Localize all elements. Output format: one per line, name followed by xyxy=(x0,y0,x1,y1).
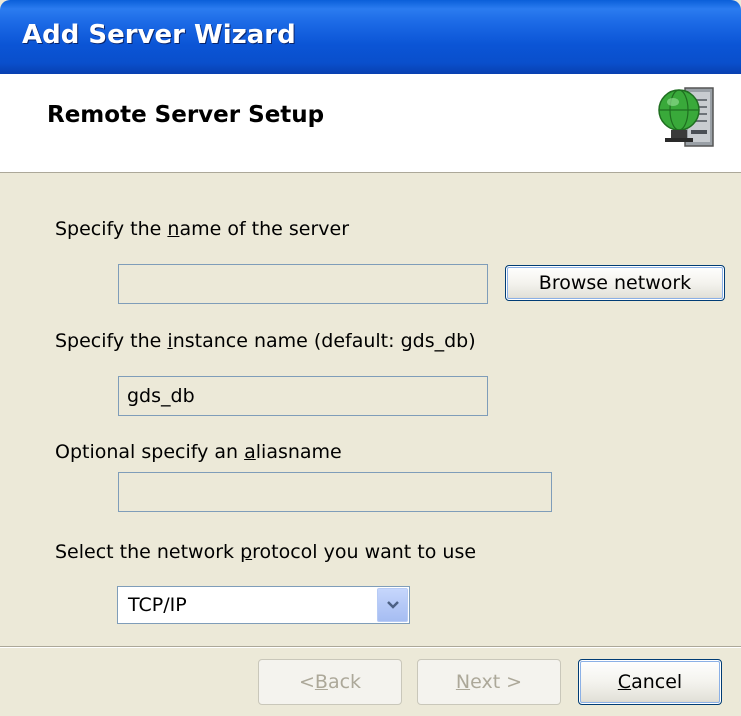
protocol-label: Select the network protocol you want to … xyxy=(55,541,477,563)
page-title: Remote Server Setup xyxy=(47,102,325,128)
protocol-selected-value: TCP/IP xyxy=(128,594,187,616)
instance-name-input[interactable]: gds_db xyxy=(118,376,488,416)
instance-name-label: Specify the instance name (default: gds_… xyxy=(55,330,476,352)
cancel-button[interactable]: Cancel xyxy=(578,659,722,705)
window-title: Add Server Wizard xyxy=(22,20,296,50)
title-bar[interactable]: Add Server Wizard xyxy=(0,0,741,74)
alias-name-input[interactable] xyxy=(118,472,552,512)
browse-network-button[interactable]: Browse network xyxy=(505,265,725,301)
wizard-header: Remote Server Setup xyxy=(0,74,741,173)
protocol-select[interactable]: TCP/IP xyxy=(117,586,410,624)
server-name-label: Specify the name of the server xyxy=(55,218,350,240)
back-button[interactable]: < Back xyxy=(258,659,402,705)
next-button[interactable]: Next > xyxy=(417,659,561,705)
add-server-wizard-window: Add Server Wizard Remote Server Setup Sp… xyxy=(0,0,741,716)
alias-name-label: Optional specify an aliasname xyxy=(55,441,342,463)
server-globe-icon xyxy=(658,87,714,147)
chevron-down-icon[interactable] xyxy=(377,588,408,622)
footer-divider xyxy=(0,646,741,648)
server-name-input[interactable] xyxy=(118,264,488,304)
